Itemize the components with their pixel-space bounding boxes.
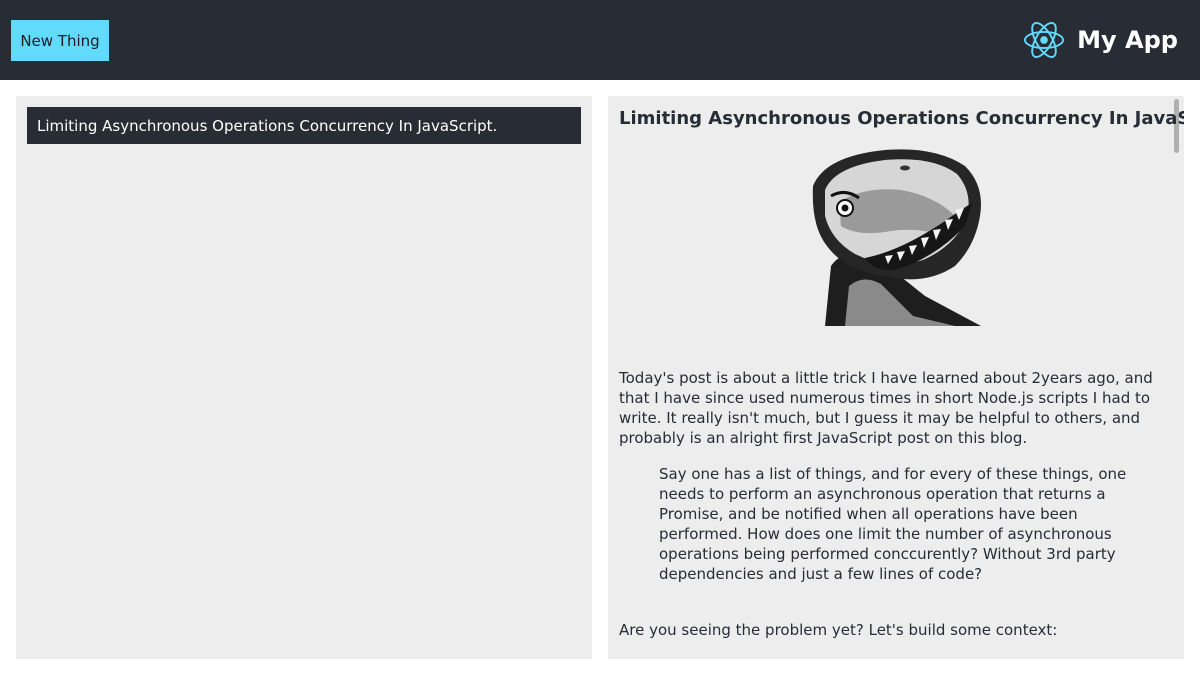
app-title: My App: [1077, 26, 1178, 54]
article-blockquote: Say one has a list of things, and for ev…: [659, 465, 1127, 583]
app-header: New Thing My App: [0, 0, 1200, 80]
things-list-panel: Limiting Asynchronous Operations Concurr…: [16, 96, 592, 659]
brand: My App: [1023, 20, 1178, 60]
new-thing-button[interactable]: New Thing: [11, 20, 109, 61]
list-item[interactable]: Limiting Asynchronous Operations Concurr…: [27, 107, 581, 144]
article-paragraph: Today's post is about a little trick I h…: [619, 369, 1153, 447]
t-rex-illustration: [812, 149, 981, 326]
article: Limiting Asynchronous Operations Concurr…: [619, 96, 1184, 640]
react-atom-icon: [1024, 22, 1065, 58]
article-title: Limiting Asynchronous Operations Concurr…: [619, 108, 1184, 129]
article-panel[interactable]: Limiting Asynchronous Operations Concurr…: [608, 96, 1184, 659]
article-paragraph: Are you seeing the problem yet? Let's bu…: [619, 621, 1058, 639]
